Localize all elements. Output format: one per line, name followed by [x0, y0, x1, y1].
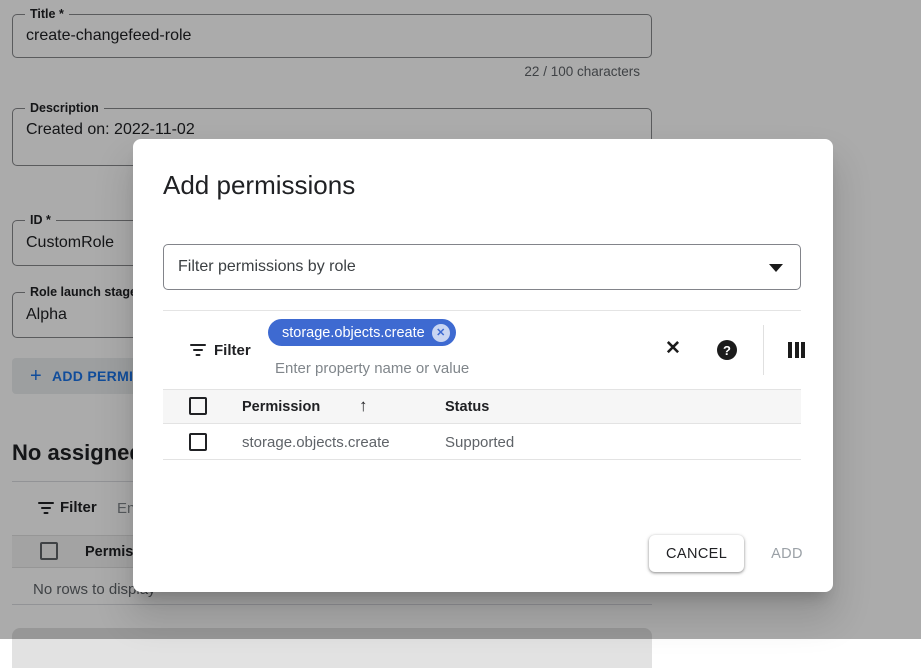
sort-ascending-icon[interactable]: ↑ — [359, 396, 368, 416]
table-header-row: Permission ↑ Status — [163, 389, 801, 424]
permission-column-header[interactable]: Permission — [242, 399, 320, 415]
column-display-options-icon[interactable] — [788, 342, 805, 358]
role-select-placeholder: Filter permissions by role — [178, 258, 356, 276]
filter-permissions-by-role-select[interactable]: Filter permissions by role — [163, 244, 801, 290]
filter-chip[interactable]: storage.objects.create ✕ — [268, 319, 456, 346]
chip-remove-icon[interactable]: ✕ — [432, 324, 450, 342]
divider — [763, 325, 764, 375]
table-filter-label: Filter — [214, 342, 251, 359]
table-filter-bar: Filter storage.objects.create ✕ Enter pr… — [163, 311, 801, 389]
table-row[interactable]: storage.objects.create Supported — [163, 424, 801, 460]
permissions-table-panel: Filter storage.objects.create ✕ Enter pr… — [163, 310, 801, 460]
clear-filters-icon[interactable]: ✕ — [665, 337, 681, 360]
row-checkbox[interactable] — [189, 433, 207, 451]
add-permissions-dialog: Add permissions Filter permissions by ro… — [133, 139, 833, 592]
cancel-button[interactable]: CANCEL — [649, 535, 744, 572]
filter-chip-label: storage.objects.create — [282, 325, 425, 341]
status-column-header[interactable]: Status — [445, 399, 489, 415]
select-all-checkbox[interactable] — [189, 397, 207, 415]
status-cell: Supported — [445, 434, 514, 451]
chevron-down-icon — [769, 264, 783, 272]
add-button[interactable]: ADD — [749, 535, 825, 572]
filter-icon — [190, 344, 206, 356]
table-filter-input[interactable]: Enter property name or value — [275, 360, 469, 377]
dialog-title: Add permissions — [163, 170, 355, 201]
help-icon[interactable]: ? — [717, 340, 737, 360]
permission-cell: storage.objects.create — [242, 434, 390, 451]
